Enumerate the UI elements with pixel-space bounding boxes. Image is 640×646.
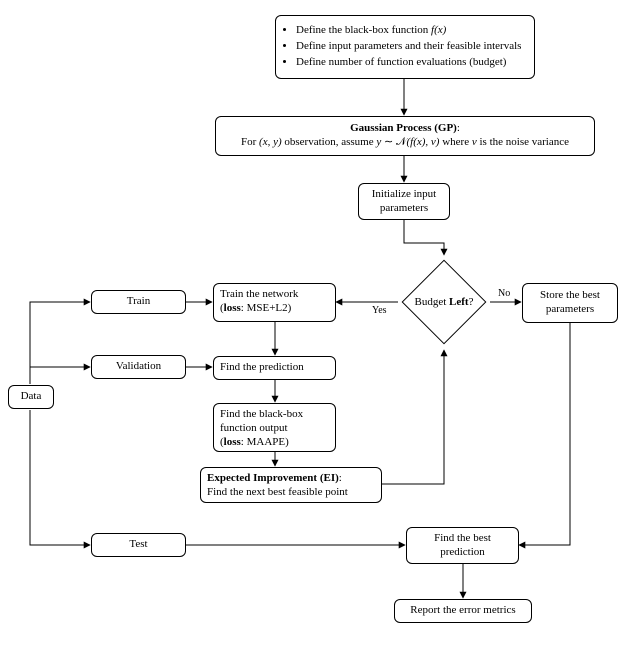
node-budget: Budget Left? bbox=[393, 251, 495, 353]
node-report: Report the error metrics bbox=[394, 599, 532, 623]
gp-args: (f(x), ν) bbox=[406, 136, 439, 148]
node-ei: Expected Improvement (EI): Find the next… bbox=[200, 467, 382, 503]
define-line2: Define input parameters and their feasib… bbox=[296, 40, 521, 54]
node-best-pred: Find the best prediction bbox=[406, 527, 519, 564]
flowchart-canvas: Yes No Define the black-box function f(x… bbox=[0, 0, 640, 646]
gp-N: 𝒩 bbox=[396, 136, 407, 148]
define-line3: Define number of function evaluations (b… bbox=[296, 56, 521, 70]
define-line1: Define the black-box function bbox=[296, 24, 431, 36]
gp-mid: observation, assume bbox=[282, 136, 377, 148]
node-gp: Gaussian Process (GP): For (x, y) observ… bbox=[215, 116, 595, 156]
gp-title: Gaussian Process (GP) bbox=[350, 122, 457, 134]
bbox-loss: loss bbox=[224, 436, 241, 448]
node-train-net: Train the network (loss: MSE+L2) bbox=[213, 283, 336, 322]
gp-colon: : bbox=[457, 122, 460, 134]
node-find-pred: Find the prediction bbox=[213, 356, 336, 380]
bbox-l3b: : MAAPE) bbox=[241, 436, 289, 448]
ei-colon: : bbox=[339, 472, 342, 484]
gp-xy: (x, y) bbox=[259, 136, 282, 148]
node-store: Store the best parameters bbox=[522, 283, 618, 323]
edge-label-no: No bbox=[498, 288, 510, 299]
bbox-l2: function output bbox=[220, 422, 288, 436]
ei-title: Expected Improvement (EI) bbox=[207, 472, 339, 484]
node-define: Define the black-box function f(x) Defin… bbox=[275, 15, 535, 79]
ei-body: Find the next best feasible point bbox=[207, 486, 348, 500]
train-net-l1: Train the network bbox=[220, 288, 298, 302]
edge-label-yes: Yes bbox=[372, 305, 387, 316]
gp-tilde: ∼ bbox=[381, 136, 396, 148]
node-validation: Validation bbox=[91, 355, 186, 379]
node-bbox-out: Find the black-box function output (loss… bbox=[213, 403, 336, 452]
train-net-l2b: : MSE+L2) bbox=[241, 302, 292, 314]
node-test: Test bbox=[91, 533, 186, 557]
bbox-l1: Find the black-box bbox=[220, 408, 303, 422]
node-init: Initialize input parameters bbox=[358, 183, 450, 220]
node-train: Train bbox=[91, 290, 186, 314]
gp-pre: For bbox=[241, 136, 259, 148]
gp-post: where bbox=[439, 136, 471, 148]
train-net-loss: loss bbox=[224, 302, 241, 314]
node-data: Data bbox=[8, 385, 54, 409]
gp-end: is the noise variance bbox=[477, 136, 569, 148]
define-fx: f(x) bbox=[431, 24, 446, 36]
